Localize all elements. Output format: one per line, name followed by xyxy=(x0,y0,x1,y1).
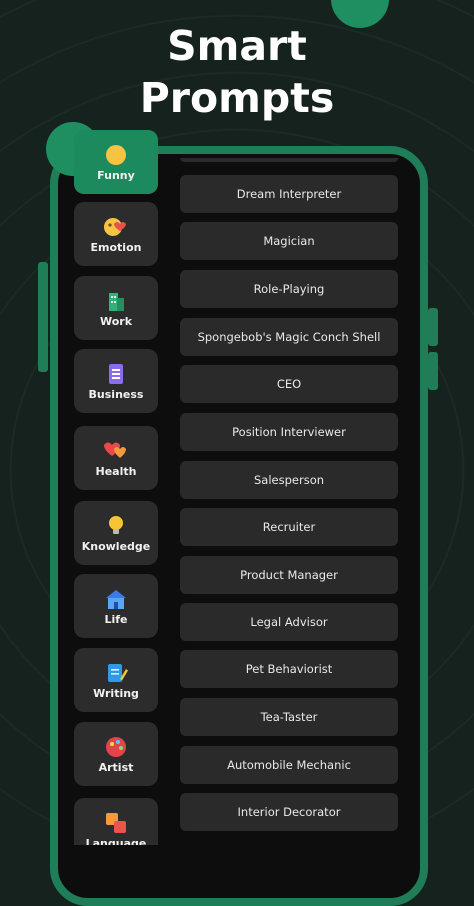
category-label: Business xyxy=(88,387,144,401)
prompt-item[interactable]: Salesperson xyxy=(180,461,398,499)
lightbulb-icon xyxy=(109,515,123,534)
category-business[interactable]: Business xyxy=(74,349,158,413)
category-label: Life xyxy=(104,612,128,626)
phone-side-button-left xyxy=(38,262,48,372)
prompt-item[interactable]: Automobile Mechanic xyxy=(180,746,398,784)
prompt-item[interactable]: CEO xyxy=(180,365,398,403)
category-writing[interactable]: Writing xyxy=(74,648,158,712)
building-icon xyxy=(109,292,124,311)
category-label: Artist xyxy=(98,760,134,774)
prompt-item[interactable]: Role-Playing xyxy=(180,270,398,308)
category-emotion[interactable]: Emotion xyxy=(74,202,158,266)
prompt-item[interactable]: Interior Decorator xyxy=(180,793,398,831)
prompt-item[interactable]: Spongebob's Magic Conch Shell xyxy=(180,318,398,356)
category-label: Knowledge xyxy=(81,539,151,553)
hearts-icon xyxy=(104,442,126,458)
prompt-item[interactable]: Product Manager xyxy=(180,556,398,594)
prompt-item[interactable]: Position Interviewer xyxy=(180,413,398,451)
hearts-face-icon xyxy=(104,217,126,236)
category-language[interactable]: Language xyxy=(74,798,158,845)
prompt-item[interactable]: Magician xyxy=(180,222,398,260)
pen-paper-icon xyxy=(108,663,128,682)
category-life[interactable]: Life xyxy=(74,574,158,638)
category-work[interactable]: Work xyxy=(74,276,158,340)
category-label: Health xyxy=(95,464,137,478)
category-label: Funny xyxy=(97,168,135,182)
prompt-item[interactable]: Legal Advisor xyxy=(180,603,398,641)
laughing-face-icon xyxy=(106,144,126,165)
prompt-item[interactable]: Dream Interpreter xyxy=(180,175,398,213)
prompt-list: Dream Interpreter Magician Role-Playing … xyxy=(180,0,398,845)
category-label: Writing xyxy=(93,686,139,700)
house-icon xyxy=(106,589,126,609)
category-label: Work xyxy=(99,314,133,328)
prompt-item[interactable]: Recruiter xyxy=(180,508,398,546)
prompt-item[interactable]: Tea-Taster xyxy=(180,698,398,736)
prompt-item[interactable]: Pet Behaviorist xyxy=(180,650,398,688)
category-funny[interactable]: Funny xyxy=(74,130,158,194)
category-label: Emotion xyxy=(90,240,142,254)
category-label: Language xyxy=(85,836,147,846)
translate-icon xyxy=(106,812,126,833)
category-artist[interactable]: Artist xyxy=(74,722,158,786)
document-icon xyxy=(109,363,123,384)
category-health[interactable]: Health xyxy=(74,426,158,490)
phone-side-button-right-1 xyxy=(428,308,438,346)
category-knowledge[interactable]: Knowledge xyxy=(74,501,158,565)
phone-side-button-right-2 xyxy=(428,352,438,390)
palette-icon xyxy=(106,736,126,757)
category-sidebar: Funny Emotion Work Business Health Knowl… xyxy=(74,0,160,845)
